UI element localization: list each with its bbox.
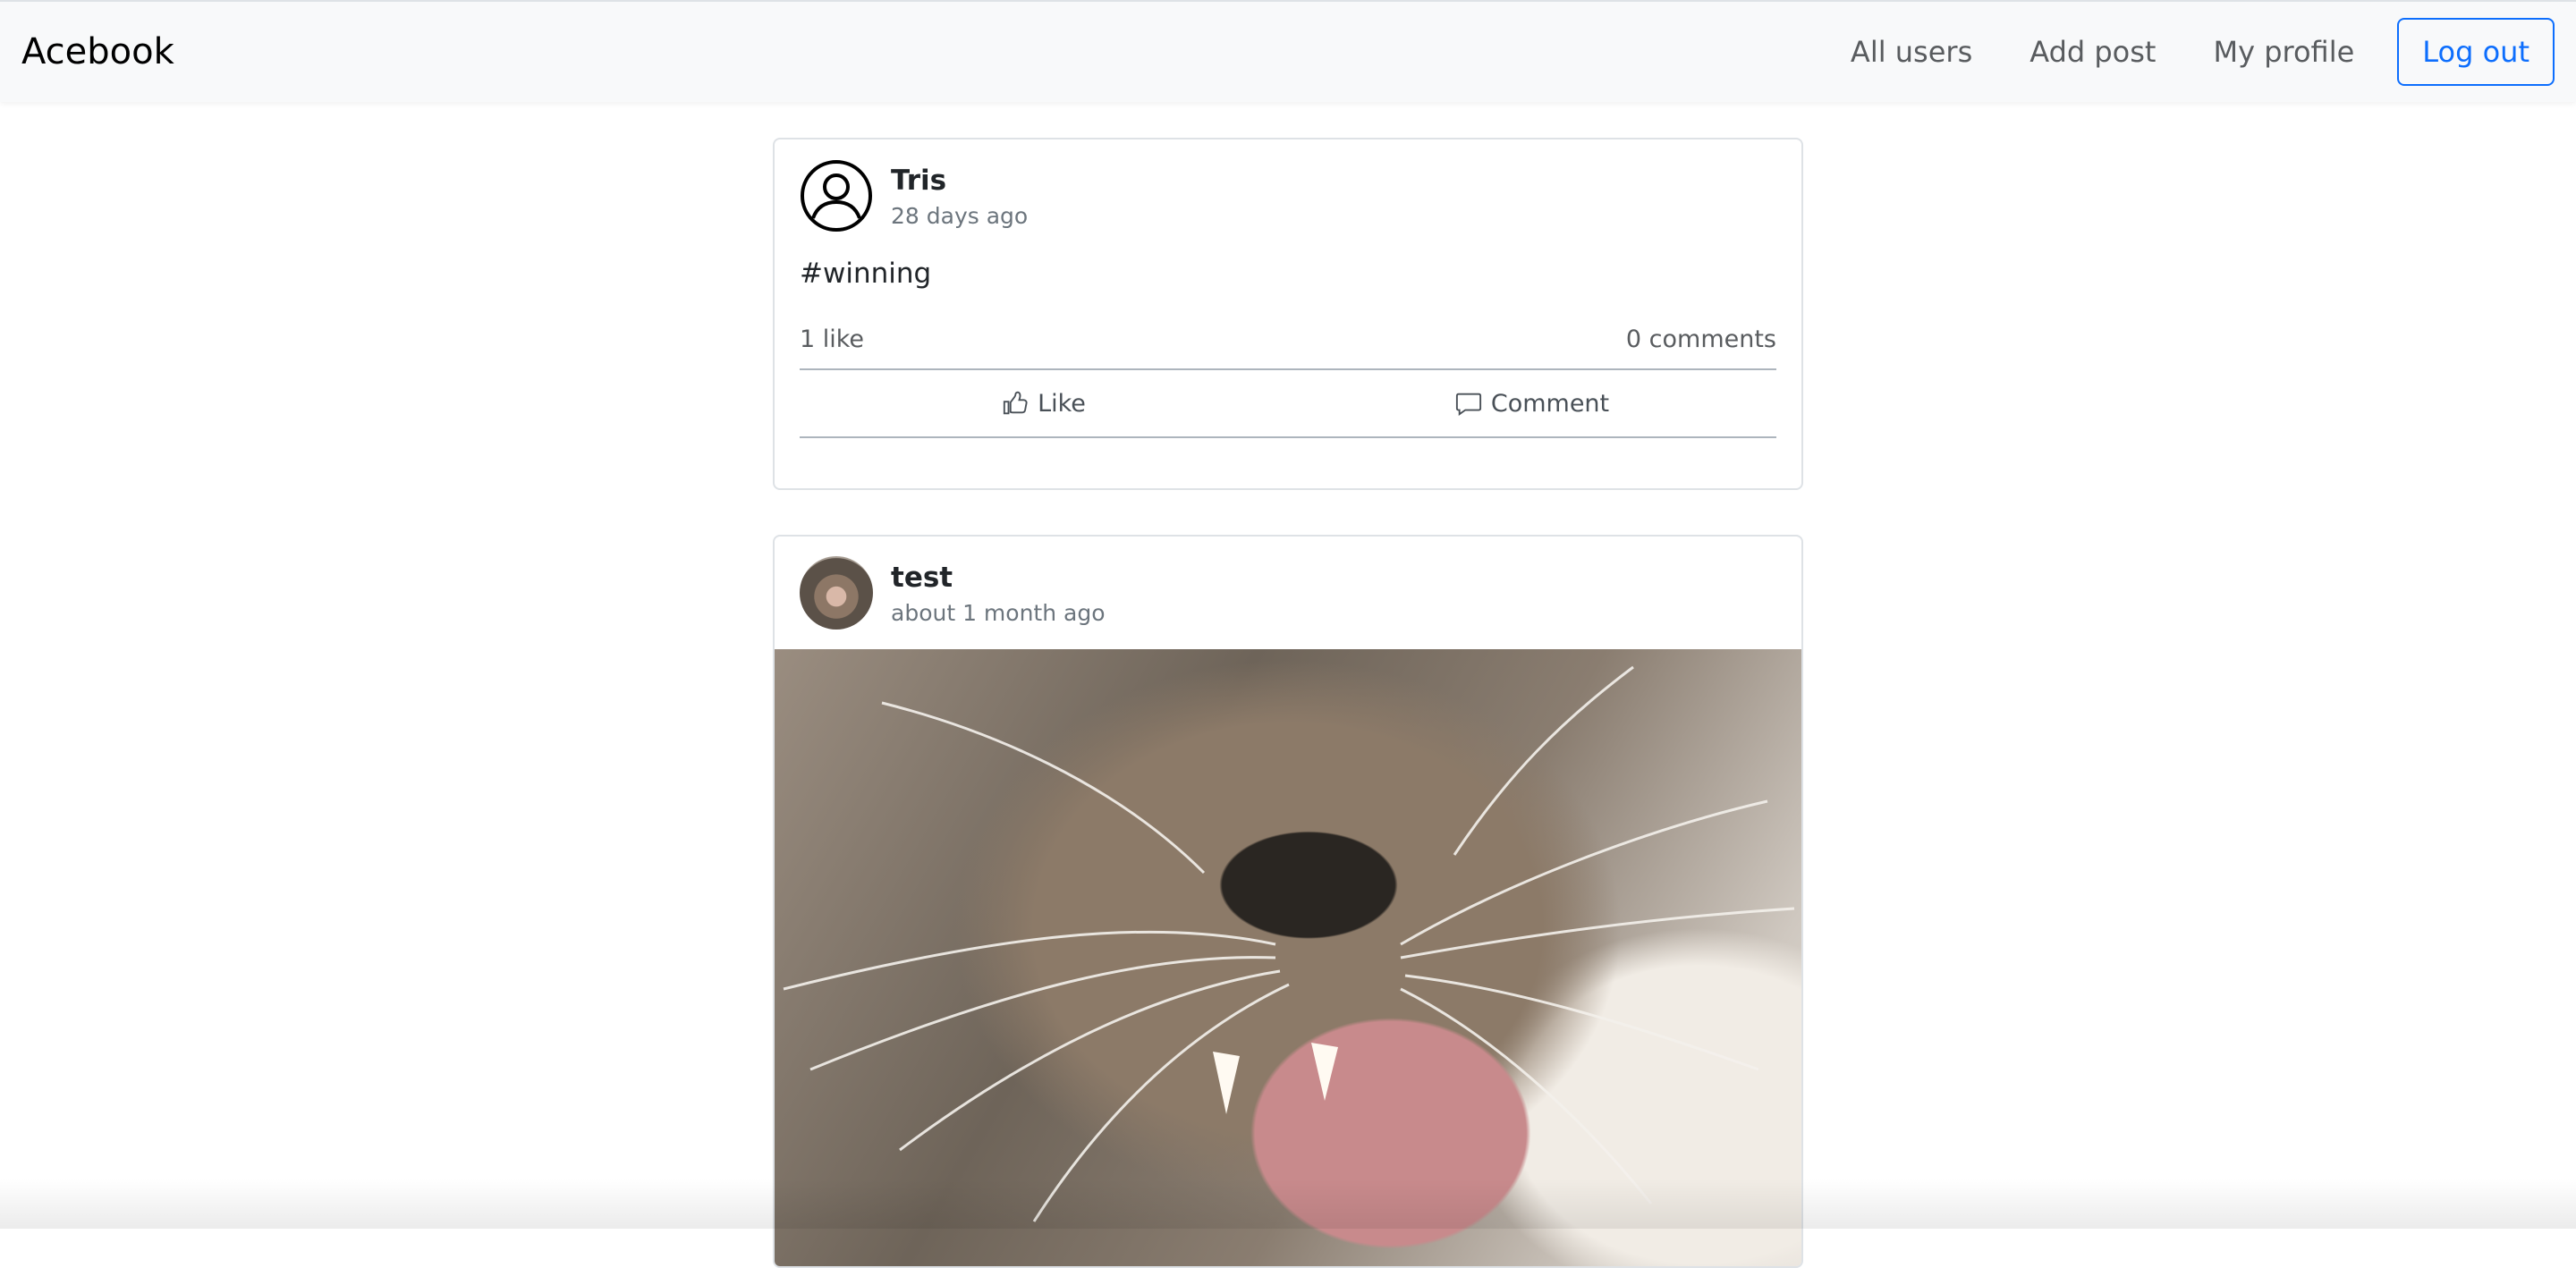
comment-icon [1455, 393, 1481, 417]
post-card: test about 1 month ago [773, 535, 1803, 1268]
nav-link-add-post[interactable]: Add post [2029, 34, 2156, 70]
logout-button[interactable]: Log out [2397, 18, 2555, 86]
top-navbar: Acebook All users Add post My profile Lo… [0, 0, 2576, 102]
post-author[interactable]: test [891, 560, 953, 596]
nav-links: All users Add post My profile Log out [1851, 18, 2555, 86]
comment-label: Comment [1490, 389, 1610, 418]
cat-avatar[interactable] [800, 556, 873, 630]
like-button[interactable]: Like [800, 370, 1288, 436]
post-timestamp: 28 days ago [891, 203, 1029, 229]
post-author[interactable]: Tris [891, 163, 946, 199]
comment-button[interactable]: Comment [1288, 370, 1776, 436]
brand-logo[interactable]: Acebook [21, 29, 174, 75]
cat-whiskers [783, 665, 1795, 1222]
nav-link-all-users[interactable]: All users [1851, 34, 1972, 70]
post-actions: Like Comment [800, 368, 1776, 438]
comments-count[interactable]: 0 comments [1626, 324, 1776, 356]
post-image-yawning-cat [775, 649, 1801, 1266]
post-body: #winning [800, 258, 932, 290]
post-timestamp: about 1 month ago [891, 600, 1106, 626]
likes-count[interactable]: 1 like [800, 324, 864, 356]
user-outline-icon[interactable] [800, 159, 873, 232]
like-label: Like [1038, 389, 1086, 418]
nav-link-my-profile[interactable]: My profile [2213, 34, 2354, 70]
post-card: Tris 28 days ago #winning 1 like 0 comme… [773, 138, 1803, 490]
thumbs-up-icon [1003, 391, 1028, 415]
